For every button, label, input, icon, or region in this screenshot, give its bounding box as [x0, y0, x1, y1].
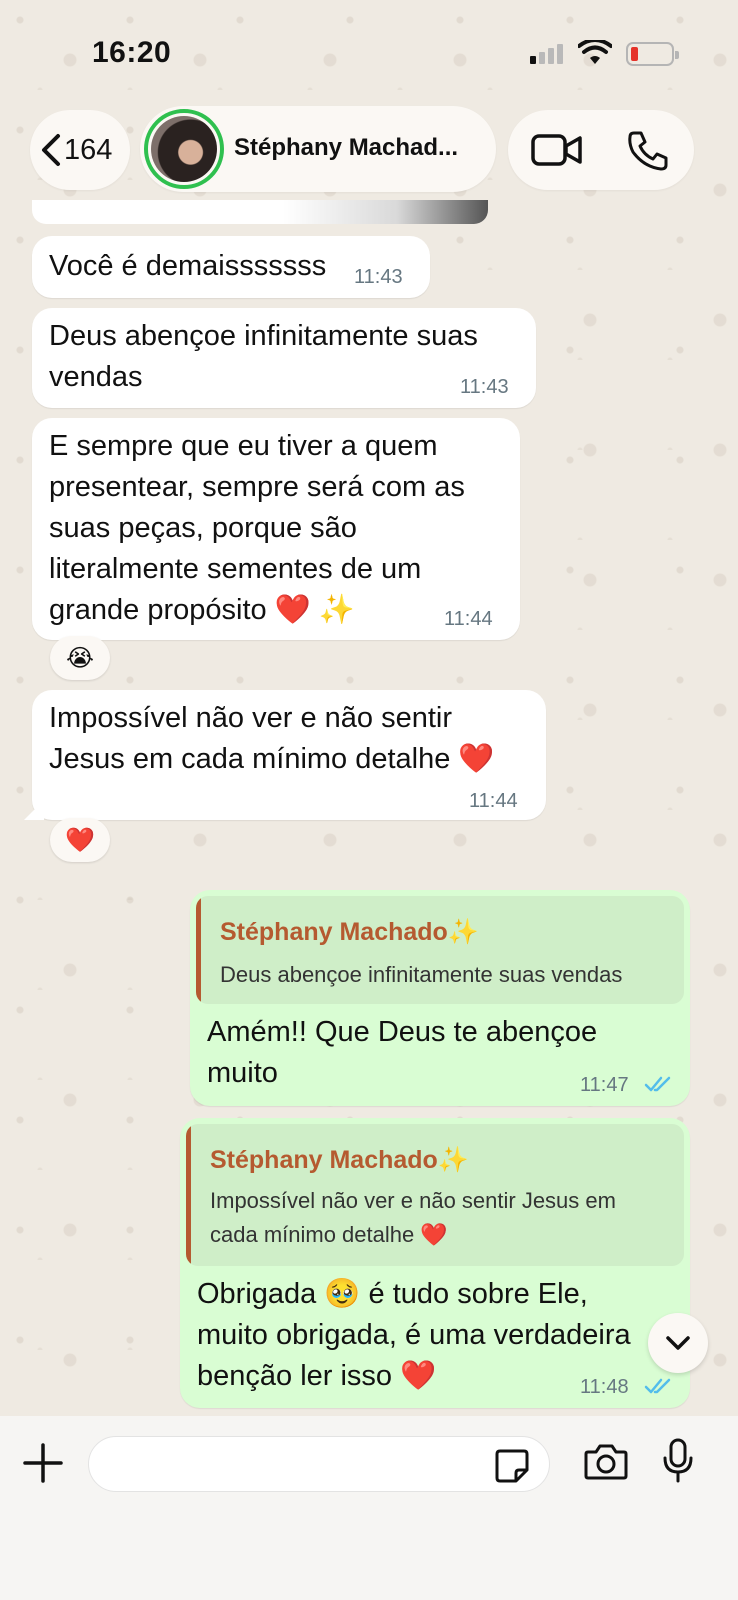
message-time: 11:43: [460, 376, 509, 398]
incoming-message[interactable]: Deus abençoe infinitamente suas vendas 1…: [32, 308, 536, 408]
message-text: E sempre que eu tiver a quem presentear,…: [49, 430, 465, 626]
plus-icon[interactable]: [22, 1442, 64, 1484]
message-text: Obrigada 🥹 é tudo sobre Ele, muito obrig…: [197, 1278, 631, 1392]
message-time: 11:43: [354, 266, 403, 288]
incoming-message[interactable]: E sempre que eu tiver a quem presentear,…: [32, 418, 520, 640]
message-text: Amém!! Que Deus te abençoe muito: [207, 1016, 598, 1089]
message-time: 11:44: [469, 790, 518, 812]
quoted-author: Stéphany Machado✨: [220, 918, 479, 946]
message-text: Deus abençoe infinitamente suas vendas: [49, 320, 478, 393]
incoming-message[interactable]: Impossível não ver e não sentir Jesus em…: [24, 690, 546, 820]
chevron-down-icon: [666, 1336, 690, 1350]
video-call-icon[interactable]: [530, 130, 584, 170]
status-time: 16:20: [92, 36, 172, 69]
call-actions: [508, 110, 694, 190]
message-reaction[interactable]: ❤️: [50, 818, 110, 862]
message-time: 11:48: [580, 1376, 629, 1398]
phone-call-icon[interactable]: [626, 130, 670, 172]
incoming-message[interactable]: Você é demaisssssss 11:43: [32, 236, 430, 298]
read-receipt-icon: [644, 1378, 671, 1394]
message-input[interactable]: [88, 1436, 550, 1492]
avatar[interactable]: [144, 109, 224, 189]
outgoing-message[interactable]: Stéphany Machado✨ Impossível não ver e n…: [180, 1118, 690, 1408]
message-time: 11:47: [580, 1074, 629, 1096]
battery-icon: [626, 42, 679, 66]
cellular-signal-icon: [530, 44, 563, 64]
quoted-text: Impossível não ver e não sentir Jesus em…: [210, 1188, 616, 1247]
quoted-author: Stéphany Machado✨: [210, 1146, 469, 1174]
message-text: Você é demaisssssss: [49, 250, 327, 282]
scroll-to-bottom-button[interactable]: [648, 1313, 708, 1373]
quoted-message[interactable]: Stéphany Machado✨ Impossível não ver e n…: [186, 1124, 684, 1266]
composer-bar: [0, 1416, 738, 1600]
chevron-left-icon: [42, 134, 60, 166]
quoted-text: Deus abençoe infinitamente suas vendas: [220, 962, 623, 987]
unread-count: 164: [64, 133, 113, 166]
wifi-icon: [578, 40, 612, 64]
quoted-message[interactable]: Stéphany Machado✨ Deus abençoe infinitam…: [196, 896, 684, 1004]
message-text: Impossível não ver e não sentir Jesus em…: [49, 702, 495, 775]
status-bar: 16:20: [0, 0, 738, 104]
microphone-icon[interactable]: [662, 1438, 694, 1484]
back-button[interactable]: 164: [30, 110, 130, 190]
contact-header[interactable]: Stéphany Machad...: [140, 106, 496, 192]
contact-name: Stéphany Machad...: [234, 134, 459, 161]
media-message-partial[interactable]: [32, 200, 488, 224]
sticker-icon[interactable]: [494, 1448, 530, 1484]
read-receipt-icon: [644, 1076, 671, 1092]
camera-icon[interactable]: [584, 1442, 628, 1482]
message-reaction[interactable]: 😭: [50, 636, 110, 680]
outgoing-message[interactable]: Stéphany Machado✨ Deus abençoe infinitam…: [190, 890, 690, 1106]
message-time: 11:44: [444, 608, 493, 630]
